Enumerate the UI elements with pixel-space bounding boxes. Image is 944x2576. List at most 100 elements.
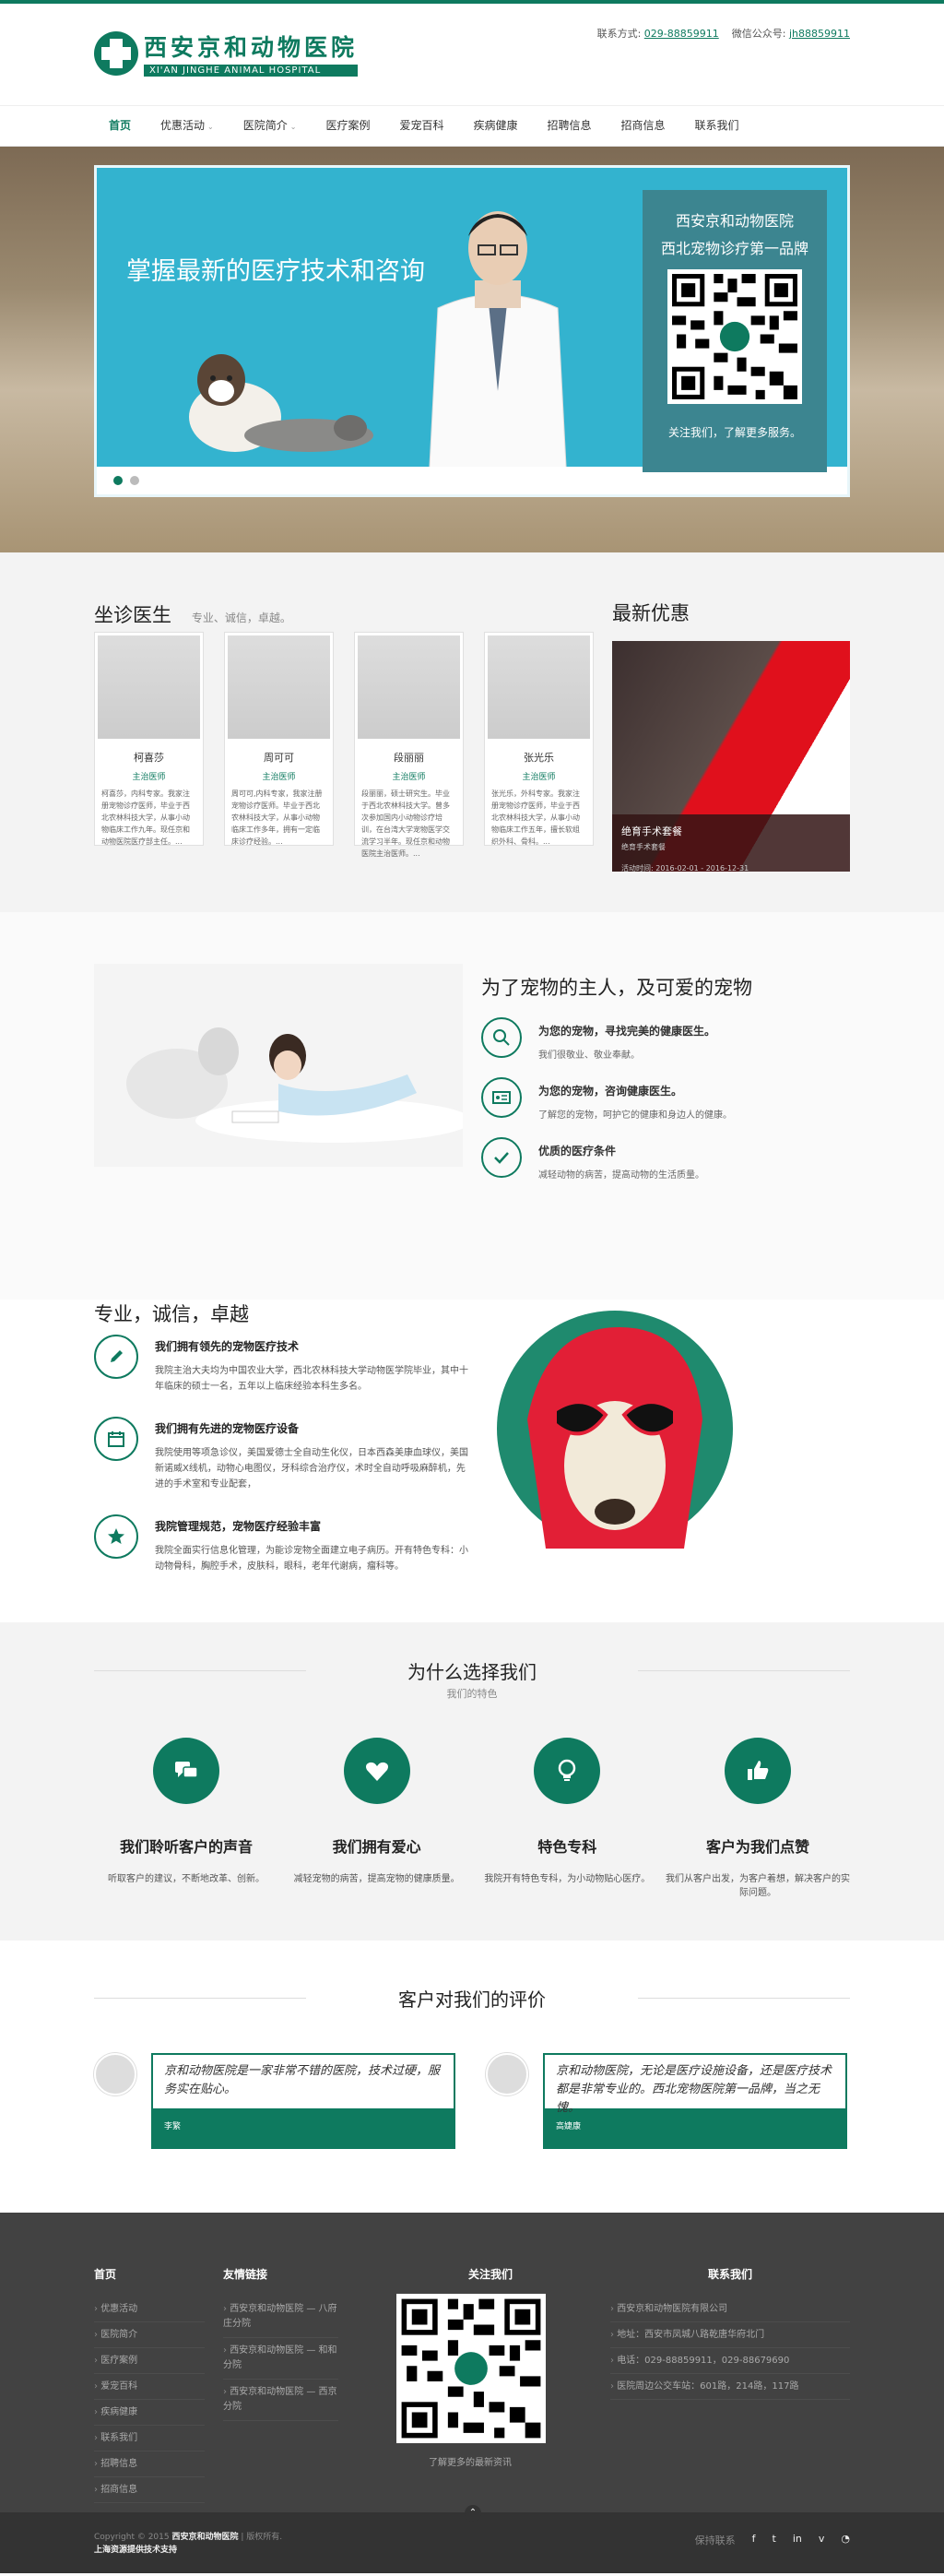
feature-title: 为您的宠物，咨询健康医生。 (538, 1085, 683, 1098)
doctor-photo (358, 635, 460, 739)
doctor-card[interactable]: 周可可 主治医师 周可可,内科专家，我家注册宠物诊疗医师。毕业于西北农林科技大学… (224, 632, 334, 846)
footer-column-title: 关注我们 (467, 2268, 513, 2281)
nav-item-business[interactable]: 招商信息 (607, 106, 680, 149)
back-to-top-icon[interactable]: ⌃ (465, 2505, 481, 2522)
footer-link[interactable]: 联系我们 (94, 2426, 205, 2451)
professional-title: 专业，诚信，卓越 (94, 1303, 249, 1325)
footer-link[interactable]: 医疗案例 (94, 2348, 205, 2374)
doctor-name: 张光乐 (524, 752, 554, 764)
footer-nav-column: 首页 优惠活动 医院简介 医疗案例 爱宠百科 疾病健康 联系我们 招聘信息 招商… (94, 2266, 205, 2503)
hero-banner: 掌握最新的医疗技术和咨询 西安京和动物医院 西北宠物诊疗第一品牌 关注我们，了解… (0, 147, 944, 552)
title-divider (94, 1670, 306, 1671)
nav-item-health[interactable]: 疾病健康 (458, 106, 532, 149)
why-section: 为什么选择我们 我们的特色 我们聆听客户的声音 听取客户的建议，不断地改革、创新… (0, 1622, 944, 1941)
rss-icon[interactable]: ◔ (841, 2533, 850, 2547)
phone-link[interactable]: 029-88859911 (644, 28, 719, 40)
professional-item: 我们拥有先进的宠物医疗设备 我院使用等项急诊仪，美国爱德士全自动生化仪，日本西森美… (94, 1417, 472, 1492)
footer-column-title: 联系我们 (707, 2268, 752, 2281)
doctor-desc: 周可可,内科专家，我家注册宠物诊疗医师。毕业于西北农林科技大学，从事小动物临床工… (231, 789, 323, 846)
feature-title: 为您的宠物，寻找完美的健康医生。 (538, 1025, 716, 1038)
promo-image[interactable]: 绝育手术套餐 绝育手术套餐 活动时间: 2016-02-01 - 2016-12… (612, 641, 850, 873)
copyright-year: Copyright © 2015 (94, 2533, 170, 2542)
copyright-company[interactable]: 西安京和动物医院 (171, 2533, 238, 2542)
nav-item-promotions[interactable]: 优惠活动 ⌄ (146, 106, 229, 149)
vimeo-icon[interactable]: v (819, 2533, 825, 2547)
doctors-title: 坐诊医生 (94, 604, 171, 626)
search-icon (481, 1017, 522, 1058)
footer-link[interactable]: 西安京和动物医院 — 八府庄分院 (223, 2297, 338, 2338)
footer-link[interactable]: 西安京和动物医院 — 西京分院 (223, 2380, 338, 2421)
tech-support[interactable]: 上海资源提供技术支持 (94, 2546, 177, 2555)
avatar (486, 2053, 528, 2095)
feature-desc: 减轻动物的病苦，提高动物的生活质量。 (538, 1170, 704, 1181)
nav-item-jobs[interactable]: 招聘信息 (533, 106, 607, 149)
feature-desc: 了解您的宠物，呵护它的健康和身边人的健康。 (538, 1110, 732, 1121)
site-logo[interactable]: 西安京和动物医院 XI'AN JINGHE ANIMAL HOSPITAL (94, 30, 359, 77)
footer-link[interactable]: 爱宠百科 (94, 2374, 205, 2400)
why-item-desc: 我院开有特色专科，为小动物贴心医疗。 (484, 1874, 651, 1884)
owner-with-dog-image (94, 964, 463, 1167)
footer-link[interactable]: 疾病健康 (94, 2400, 205, 2426)
review-quote: 京和动物医院是一家非常不错的医院，技术过硬，服务实在贴心。 (164, 2064, 441, 2096)
lightbulb-icon (534, 1738, 601, 1804)
doctor-title: 主治医师 (392, 773, 426, 782)
qr-panel-title: 西安京和动物医院 (675, 212, 794, 230)
doctor-photo (98, 635, 200, 739)
nav-label: 爱宠百科 (399, 119, 444, 132)
facebook-icon[interactable]: f (752, 2533, 756, 2547)
footer-link[interactable]: 招聘信息 (94, 2451, 205, 2477)
logo-english-name: XI'AN JINGHE ANIMAL HOSPITAL (144, 65, 359, 77)
chevron-down-icon: ⌄ (207, 123, 214, 131)
thumbs-up-icon (724, 1738, 791, 1804)
star-icon (94, 1514, 138, 1559)
doctor-card[interactable]: 段丽丽 主治医师 段丽丽，硕士研究生。毕业于西北农林科技大学。曾多次参加国内小动… (354, 632, 464, 858)
doctors-subtitle: 专业、诚信，卓越。 (191, 611, 291, 624)
footer-link[interactable]: 西安京和动物医院 — 和和分院 (223, 2338, 338, 2380)
feature-title: 优质的医疗条件 (538, 1145, 617, 1157)
nav-label: 首页 (109, 119, 132, 132)
pets-features: 为了宠物的主人，及可爱的宠物 为您的宠物，寻找完美的健康医生。 我们很敬业、敬业奉… (481, 973, 850, 1181)
footer-link[interactable]: 医院简介 (94, 2322, 205, 2348)
title-divider (94, 1998, 306, 1999)
nav-item-cases[interactable]: 医疗案例 (311, 106, 384, 149)
wechat-link[interactable]: jh88859911 (789, 28, 850, 40)
why-subtitle: 我们的特色 (446, 1688, 498, 1700)
why-item-title: 我们拥有爱心 (332, 1838, 421, 1856)
linkedin-icon[interactable]: in (793, 2533, 802, 2547)
nav-label: 疾病健康 (473, 119, 518, 132)
footer-column-title[interactable]: 首页 (94, 2266, 205, 2282)
professional-item-title: 我院管理规范，宠物医疗经验丰富 (155, 1520, 322, 1533)
checkmark-icon (481, 1137, 522, 1178)
why-item-title: 客户为我们点赞 (705, 1838, 809, 1856)
slide-dot[interactable] (130, 476, 139, 485)
footer-link[interactable]: 招商信息 (94, 2477, 205, 2503)
main-navigation: 首页 优惠活动 ⌄ 医院简介 ⌄ 医疗案例 爱宠百科 疾病健康 招聘信息 招商信息 … (0, 105, 944, 149)
reviews-section: 客户对我们的评价 京和动物医院是一家非常不错的医院，技术过硬，服务实在贴心。 李… (0, 1941, 944, 2213)
qr-code-icon (667, 269, 802, 404)
wechat-label: 微信公众号: (731, 28, 786, 40)
slide-dot-active[interactable] (113, 476, 123, 485)
footer-column-title: 友情链接 (223, 2268, 268, 2281)
phone-label: 联系方式: (596, 28, 642, 40)
heart-icon (343, 1738, 410, 1804)
professional-item: 我院管理规范，宠物医疗经验丰富 我院全面实行信息化管理，为能诊宠物全面建立电子病历… (94, 1514, 472, 1574)
nav-item-home[interactable]: 首页 (94, 106, 147, 149)
why-item: 我们聆听客户的声音 听取客户的建议，不断地改革、创新。 (94, 1738, 278, 1900)
hero-slide[interactable]: 掌握最新的医疗技术和咨询 西安京和动物医院 西北宠物诊疗第一品牌 关注我们，了解… (94, 165, 850, 497)
doctor-card[interactable]: 柯喜莎 主治医师 柯喜莎，内科专家。我家注册宠物诊疗医师，毕业于西北农林科技大学… (94, 632, 204, 846)
doctors-section: 坐诊医生 专业、诚信，卓越。 柯喜莎 主治医师 柯喜莎，内科专家。我家注册宠物诊… (0, 552, 944, 912)
social-label: 保持联系 (694, 2534, 736, 2546)
why-item: 特色专科 我院开有特色专科，为小动物贴心医疗。 (475, 1738, 659, 1900)
review-item: 京和动物医院，无论是医疗设施设备，还是医疗技术都是非常专业的。西北宠物医院第一品… (486, 2053, 850, 2149)
nav-label: 联系我们 (694, 119, 739, 132)
nav-item-about[interactable]: 医院简介 ⌄ (229, 106, 312, 149)
twitter-icon[interactable]: t (773, 2533, 776, 2547)
doctor-desc: 张光乐，外科专家。我家注册宠物诊疗医师，毕业于西北农林科技大学，从事小动物临床工… (491, 789, 580, 846)
nav-item-pet-wiki[interactable]: 爱宠百科 (384, 106, 458, 149)
nav-label: 招聘信息 (547, 119, 592, 132)
nav-item-contact[interactable]: 联系我们 (680, 106, 754, 149)
why-item-desc: 听取客户的建议，不断地改革、创新。 (108, 1874, 265, 1884)
why-item-title: 特色专科 (537, 1838, 597, 1856)
doctor-card[interactable]: 张光乐 主治医师 张光乐，外科专家。我家注册宠物诊疗医师，毕业于西北农林科技大学… (484, 632, 594, 846)
footer-link[interactable]: 优惠活动 (94, 2297, 205, 2322)
